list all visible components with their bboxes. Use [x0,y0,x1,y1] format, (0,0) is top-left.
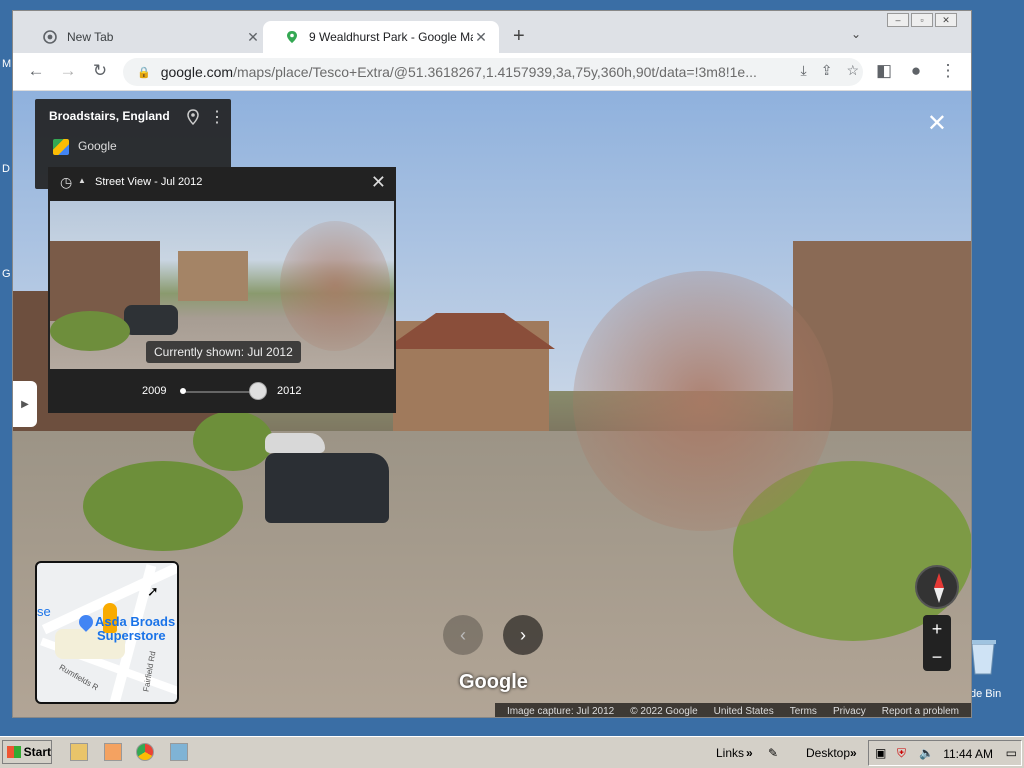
desktop-label-3: G [2,268,11,280]
chrome-icon [43,30,57,44]
mini-map-edge-label: se [37,604,51,619]
place-name: Broadstairs, England [49,109,170,123]
desktop-label-1: M [2,58,12,70]
profile-avatar-icon[interactable]: ● [905,61,927,81]
url-domain: google.com [160,64,234,80]
network-app-icon[interactable] [170,743,188,761]
time-machine-header: ◷ ▲ Street View - Jul 2012 ✕ [48,167,396,197]
panorama-bush [83,461,243,551]
tab-google-maps[interactable]: 9 Wealdhurst Park - Google Maps ✕ [263,21,499,53]
privacy-blur [573,271,833,531]
mouse-cursor-icon: ➚ [147,583,159,599]
media-player-icon[interactable] [104,743,122,761]
browser-toolbar: ← → ↻ 🔒 google.com/maps/place/Tesco+Extr… [13,53,971,91]
tab-title: New Tab [67,30,114,44]
explorer-icon[interactable] [70,743,88,761]
compass-icon[interactable] [915,565,959,609]
source-label: Google [78,139,117,153]
install-icon[interactable]: ⤓ [801,62,807,79]
panorama-bush [193,411,273,471]
windows-flag-icon [7,746,21,758]
system-tray: ▣ ⛨ 🔈 11:44 AM ▭ [868,740,1022,766]
volume-icon[interactable]: 🔈 [919,746,934,760]
year-slider-stop[interactable] [180,388,186,394]
taskbar: Start Links » ✎ Desktop » ▣ ⛨ 🔈 11:44 AM… [0,736,1024,768]
forward-arrow-icon[interactable]: → [57,61,79,81]
google-maps-icon [53,139,69,155]
mini-map[interactable]: Asda Broads Superstore se Rumfields R Fa… [35,561,179,704]
notepad-icon[interactable]: ✎ [768,746,778,760]
address-bar-actions: ⤓ ⇪ ☆ [801,62,860,79]
google-watermark: Google [459,671,528,693]
recycle-bin-icon[interactable] [968,636,998,676]
security-tray-icon[interactable]: ⛨ [897,746,906,761]
tab-title: 9 Wealdhurst Park - Google Maps [309,30,473,44]
desktop-chevron-icon[interactable]: » [850,746,857,760]
address-bar[interactable]: 🔒 google.com/maps/place/Tesco+Extra/@51.… [123,58,863,86]
copyright: © 2022 Google [630,705,698,717]
attribution-footer: Image capture: Jul 2012 © 2022 Google Un… [494,703,971,717]
slider-start-year: 2009 [142,385,167,397]
caret-up-icon[interactable]: ▲ [78,176,86,185]
terms-link[interactable]: Terms [790,706,817,717]
expand-panel-chevron-icon[interactable]: ▶ [13,381,37,427]
currently-shown-badge: Currently shown: Jul 2012 [146,341,301,363]
mini-map-place-label[interactable]: Asda Broads [95,615,175,629]
tab-strip: New Tab ✕ 9 Wealdhurst Park - Google Map… [13,11,971,53]
mini-map-road-label: Rumfields R [57,662,100,693]
lock-icon: 🔒 [137,66,151,79]
maps-pin-icon [285,30,299,44]
history-clock-icon[interactable]: ◷ [60,174,72,191]
back-arrow-icon[interactable]: ← [25,61,47,81]
desktop-label-2: D [2,163,10,175]
close-street-view-icon[interactable]: ✕ [927,109,947,138]
more-options-icon[interactable]: ⋮ [209,107,225,127]
tab-search-chevron-icon[interactable]: ⌄ [851,27,861,41]
desktop-toolbar-label[interactable]: Desktop [806,746,850,760]
nav-forward-arrow-icon[interactable]: › [503,615,543,655]
region-link[interactable]: United States [714,706,774,717]
time-machine-title: Street View - Jul 2012 [95,176,203,188]
zoom-in-button[interactable]: + [923,615,951,643]
panorama-car [265,433,325,453]
privacy-link[interactable]: Privacy [833,706,866,717]
mini-map-place-label[interactable]: Superstore [97,629,166,643]
new-tab-button[interactable]: + [513,25,525,48]
show-desktop-icon[interactable]: ▭ [1006,746,1017,760]
share-icon[interactable]: ⇪ [821,62,833,79]
close-tab-icon[interactable]: ✕ [473,29,489,46]
close-time-machine-icon[interactable]: ✕ [371,172,386,193]
street-view-panorama[interactable]: ✕ ▶ Broadstairs, England ⋮ Google ◷ ▲ St… [13,91,971,717]
reload-icon[interactable]: ↻ [89,61,111,81]
menu-kebab-icon[interactable]: ⋮ [937,61,959,81]
clock[interactable]: 11:44 AM [943,747,993,761]
url-path: /maps/place/Tesco+Extra/@51.3618267,1.41… [233,64,757,80]
links-chevron-icon[interactable]: » [746,746,753,760]
time-machine-panel: ◷ ▲ Street View - Jul 2012 ✕ Currently s… [48,167,396,413]
close-tab-icon[interactable]: ✕ [245,29,261,46]
nav-back-arrow-icon[interactable]: ‹ [443,615,483,655]
panorama-car [265,453,389,523]
year-slider-knob[interactable] [249,382,267,400]
report-problem-link[interactable]: Report a problem [882,706,959,717]
zoom-out-button[interactable]: − [923,643,951,671]
network-tray-icon[interactable]: ▣ [875,746,886,760]
side-panel-icon[interactable]: ◧ [873,61,895,81]
zoom-controls: + − [923,615,951,671]
image-capture-date: Image capture: Jul 2012 [506,705,615,717]
browser-window: – ▫ ✕ New Tab ✕ 9 Wealdhurst Park - Goog… [12,10,972,718]
slider-end-year: 2012 [277,385,302,397]
chrome-taskbar-icon[interactable] [136,743,154,761]
recycle-bin-label[interactable]: de Bin [970,688,1001,700]
bookmark-star-icon[interactable]: ☆ [846,62,859,79]
start-button[interactable]: Start [2,740,52,764]
location-pin-icon[interactable] [187,109,199,128]
links-toolbar-label[interactable]: Links [716,746,744,760]
start-label: Start [23,745,51,759]
tab-new-tab[interactable]: New Tab ✕ [21,21,271,53]
